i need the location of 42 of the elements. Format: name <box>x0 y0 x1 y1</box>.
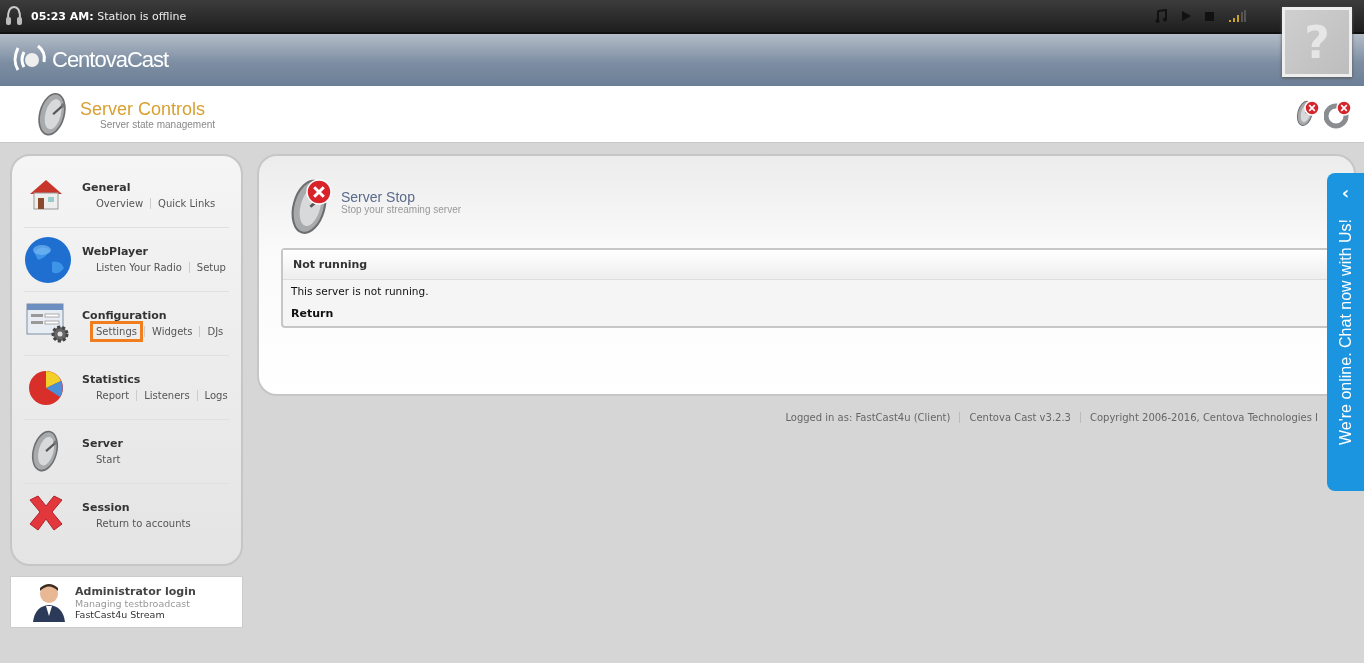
menu-heading[interactable]: WebPlayer <box>82 244 230 258</box>
menu-link[interactable]: Overview <box>90 192 150 214</box>
menu-heading[interactable]: Server <box>82 436 125 450</box>
panel-title: Server Stop <box>341 190 415 204</box>
admin-detail: Managing testbroadcast <box>75 597 191 609</box>
station-status: 05:23 AM: Station is offline <box>31 9 187 23</box>
menu-link[interactable]: Start <box>90 448 127 470</box>
menu-heading[interactable]: Configuration <box>82 308 228 322</box>
menu-link[interactable]: Widgets <box>146 320 199 342</box>
stream-name: FastCast4u Stream <box>75 608 166 620</box>
panel-subtitle: Stop your streaming server <box>341 204 462 215</box>
menu-link[interactable]: Settings <box>90 320 143 342</box>
menu-link[interactable]: Report <box>90 384 136 406</box>
logo-text: CentovaCast <box>52 47 169 73</box>
menu-heading[interactable]: Session <box>82 500 195 514</box>
footer-text: Copyright 2006-2016, Centova Technologies I <box>1090 412 1318 423</box>
menu-heading[interactable]: Statistics <box>82 372 232 386</box>
footer-text: Centova Cast v3.2.3 <box>969 412 1071 423</box>
chat-label: We're online. Chat now with Us! <box>1336 219 1355 445</box>
signal-icon <box>1228 9 1246 23</box>
admin-title: Administrator login <box>75 584 196 598</box>
menu-link[interactable]: Listeners <box>138 384 196 406</box>
play-icon <box>1181 10 1191 22</box>
return-link[interactable]: Return <box>283 303 342 326</box>
menu-link[interactable]: Return to accounts <box>90 512 197 534</box>
menu-link[interactable]: Logs <box>198 384 234 406</box>
person-icon <box>31 582 67 622</box>
menu-link[interactable]: DJs <box>201 320 230 342</box>
menu-link[interactable]: Setup <box>190 256 232 278</box>
footer-text: Logged in as: FastCast4u (Client) <box>785 412 951 423</box>
ring-stop-icon <box>1324 99 1352 129</box>
globe-icon <box>24 235 72 284</box>
status-message: This server is not running. <box>290 284 430 299</box>
headphones-icon <box>5 5 23 27</box>
status-heading: Not running <box>283 250 1330 280</box>
stop-icon <box>1205 11 1214 21</box>
page-title: Server Controls <box>80 98 207 119</box>
music-note-icon <box>1155 9 1167 23</box>
page-subtitle: Server state management <box>99 118 216 130</box>
menu-link[interactable]: Listen Your Radio <box>90 256 188 278</box>
menu-heading[interactable]: General <box>82 180 220 194</box>
menu-link[interactable]: Quick Links <box>152 192 222 214</box>
